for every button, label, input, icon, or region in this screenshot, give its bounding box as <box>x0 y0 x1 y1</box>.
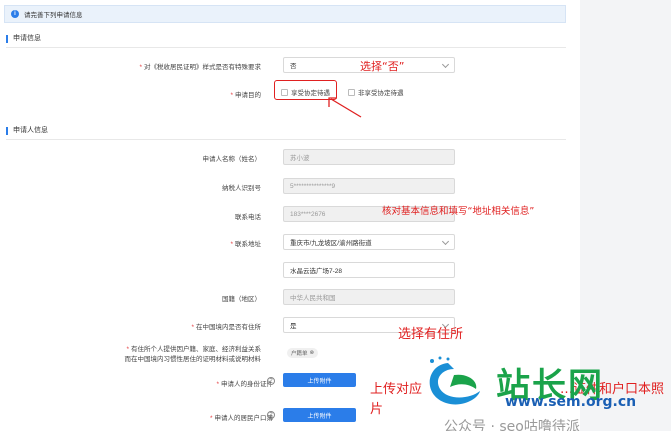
address-region-select[interactable]: 重庆市/九龙坡区/渝州路街道 <box>283 234 455 250</box>
proof-tag[interactable]: 户籍单 ⊗ <box>287 348 319 358</box>
taxid-field: 5***************9 <box>283 178 455 194</box>
section-title-application: 申请信息 <box>6 35 41 43</box>
notice-banner: i 请完善下列申请信息 <box>4 5 566 23</box>
applicant-name-label: 申请人名称（姓名） <box>202 156 262 163</box>
residence-label: * 在中国境内是否有住所 <box>191 324 261 331</box>
chevron-down-icon <box>441 237 450 246</box>
proof-label-line1: * 有住所个人提供因户籍、家庭、经济利益关系 <box>126 346 261 353</box>
annotation-select-no: 选择“否” <box>360 60 405 73</box>
annotation-arrow-icon <box>328 97 362 118</box>
close-icon[interactable]: ⊗ <box>310 350 315 356</box>
taxid-label: 纳税人识别号 <box>222 185 261 192</box>
nationality-label: 国籍（地区） <box>222 296 261 303</box>
upload-id-button[interactable]: 上传附件 <box>283 373 356 387</box>
special-requirement-label: * 对《税收居民证明》样式是否有特殊要求 <box>139 64 261 71</box>
section-divider <box>6 139 566 140</box>
proof-label-line2: 而在中国境内习惯性居住的证明材料或说明材料 <box>124 356 262 363</box>
info-icon: i <box>11 10 19 18</box>
annotation-verify: 核对基本信息和填写“地址相关信息” <box>382 206 535 217</box>
logo-url: www.sem.org.cn <box>505 394 637 410</box>
section-divider <box>6 47 566 48</box>
applicant-name-field: 苏小波 <box>283 149 455 165</box>
chevron-down-icon <box>441 60 450 69</box>
annotation-select-residence: 选择有住所 <box>398 327 464 342</box>
annotation-upload-line2: 片 <box>370 402 384 417</box>
purpose-label: * 申请目的 <box>230 92 261 99</box>
id-document-label: * 申请人的身份证件 <box>216 381 273 388</box>
upload-hukou-button[interactable]: 上传附件 <box>283 408 356 422</box>
help-icon[interactable]: ? <box>267 411 275 419</box>
wechat-watermark: 公众号 · seo咕噜待派 <box>444 419 580 431</box>
hukou-label: * 申请人的居民户口簿 <box>209 415 273 422</box>
phone-label: 联系电话 <box>235 214 261 221</box>
nationality-field: 中华人民共和国 <box>283 289 455 305</box>
annotation-upload-line1: 上传对应 <box>370 382 423 397</box>
address-label: * 联系地址 <box>230 241 261 248</box>
section-title-applicant: 申请人信息 <box>6 127 48 135</box>
notice-text: 请完善下列申请信息 <box>24 12 83 19</box>
help-icon[interactable]: ? <box>267 377 275 385</box>
address-detail-input[interactable]: 水晶云选广场7-28 <box>283 262 455 278</box>
